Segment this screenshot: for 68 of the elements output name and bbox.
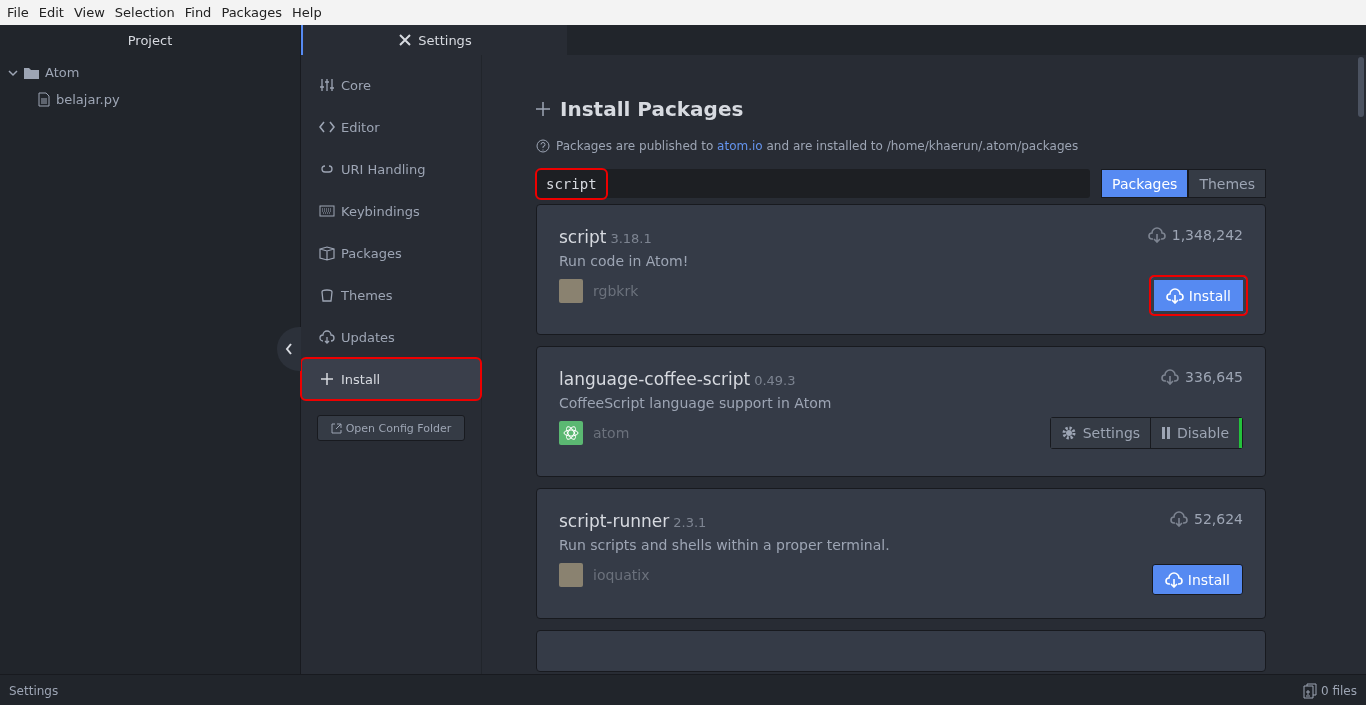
scope-toggle-button[interactable]: Packages [1101,169,1189,198]
nav-item[interactable]: Editor [301,106,481,148]
menu-item[interactable]: Find [179,5,217,20]
package-name: script 3.18.1 [559,227,652,247]
install-button[interactable]: Install [1151,564,1243,595]
code-icon [319,119,335,135]
package-description: CoffeeScript language support in Atom [559,395,833,411]
download-count: 52,624 [1194,511,1243,527]
nav-item[interactable]: Core [301,64,481,106]
scope-toggle-button[interactable]: Themes [1188,169,1266,198]
external-link-icon [330,422,342,434]
plus-icon [536,102,550,116]
package-description: Run scripts and shells within a proper terminal. [559,537,891,553]
section-title: Install Packages [560,97,744,121]
files-icon [1303,682,1317,699]
info-text: Packages are published to atom.io and are installed to /home/khaerun/.atom/packages [556,139,1079,153]
tree-item[interactable]: Atom [45,65,80,80]
package-settings-button[interactable]: Settings [1050,418,1151,448]
scrollbar-thumb[interactable] [1358,57,1364,117]
chevron-icon[interactable] [8,67,18,78]
question-icon [536,139,550,153]
menu-item[interactable]: Selection [109,5,180,20]
folder-icon [24,66,39,79]
nav-item[interactable]: Install [301,358,481,400]
cloud-download-icon [1164,571,1183,588]
menu-item[interactable]: Edit [33,5,69,20]
install-button[interactable]: Install [1148,275,1248,316]
nav-item[interactable]: URI Handling [301,148,481,190]
menu-item[interactable]: File [2,5,34,20]
box-icon [319,245,335,261]
plus-icon [319,371,335,387]
open-config-folder-button[interactable]: Open Config Folder [317,415,465,441]
bucket-icon [319,287,335,303]
disable-button[interactable]: Disable [1151,418,1242,448]
avatar-icon [559,421,583,445]
package-name: script-runner 2.3.1 [559,511,707,531]
status-text: Settings [9,683,59,698]
chevron-left-icon [285,343,293,355]
package-description: Run code in Atom! [559,253,690,269]
menu-item[interactable]: View [68,5,110,20]
pause-icon [1161,427,1172,439]
tree-item[interactable]: belajar.py [56,92,120,107]
file-icon [38,92,50,107]
panel-title: Project [127,32,173,48]
download-count: 1,348,242 [1171,227,1243,243]
settings-tab[interactable]: Settings [301,25,567,55]
nav-item[interactable]: Updates [301,316,481,358]
keyboard-icon [319,203,335,219]
cloud-download-icon [1161,369,1180,385]
photo-placeholder [559,563,583,587]
photo-placeholder [559,279,583,303]
file-count: 0 files [1321,683,1357,698]
cloud-download-icon [1170,511,1188,527]
package-name: language-coffee-script 0.49.3 [559,369,796,389]
nav-item[interactable]: Keybindings [301,190,481,232]
cloud-download-icon [1165,287,1184,304]
nav-item[interactable]: Themes [301,274,481,316]
gear-icon [1060,425,1077,441]
atom-io-link[interactable]: atom.io [717,139,763,153]
sliders-icon [319,77,335,93]
menu-item[interactable]: Packages [216,5,288,20]
cloud-download-icon [1147,227,1166,243]
search-field[interactable]: script [536,169,1091,198]
nav-item[interactable]: Packages [301,232,481,274]
cloud-icon [319,329,335,345]
download-count: 336,645 [1185,369,1243,385]
collapse-button[interactable] [277,327,301,371]
menu-item[interactable]: Help [287,5,327,20]
